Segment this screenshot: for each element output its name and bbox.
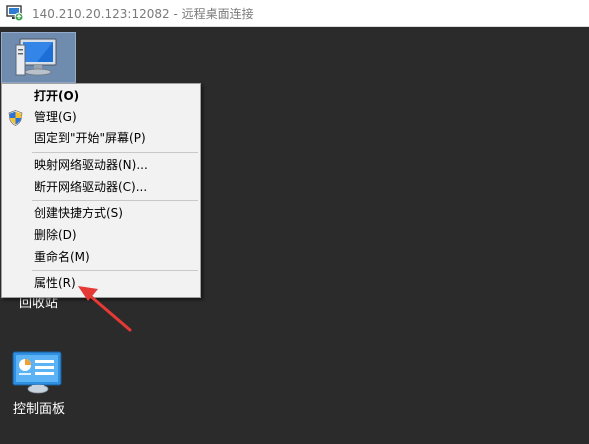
- menu-item-label: 管理(G): [34, 110, 77, 124]
- menu-item-label: 属性(R): [34, 276, 76, 290]
- menu-separator: [32, 270, 198, 271]
- menu-item-label: 固定到"开始"屏幕(P): [34, 131, 146, 145]
- menu-item-label: 重命名(M): [34, 250, 90, 264]
- menu-item-open[interactable]: 打开(O): [2, 86, 200, 107]
- menu-item-label: 创建快捷方式(S): [34, 206, 123, 220]
- menu-separator: [32, 152, 198, 153]
- menu-item-label: 删除(D): [34, 228, 77, 242]
- remote-desktop-icon: [6, 5, 24, 22]
- menu-item-disconnect-network-drive[interactable]: 断开网络驱动器(C)...: [2, 177, 200, 198]
- desktop-icon-this-pc[interactable]: [1, 32, 76, 83]
- menu-separator: [32, 200, 198, 201]
- control-panel-icon[interactable]: [12, 351, 64, 395]
- menu-item-properties[interactable]: 属性(R): [2, 273, 200, 294]
- shield-icon: [8, 110, 23, 126]
- window-title: 140.210.20.123:12082 - 远程桌面连接: [32, 7, 254, 21]
- menu-item-map-network-drive[interactable]: 映射网络驱动器(N)...: [2, 155, 200, 176]
- menu-item-label: 打开(O): [34, 89, 80, 103]
- menu-item-pin-to-start[interactable]: 固定到"开始"屏幕(P): [2, 128, 200, 149]
- context-menu: 打开(O) 管理(G) 固定到"开始"屏幕(P) 映射网络驱动器(N)... 断…: [1, 83, 201, 298]
- menu-item-delete[interactable]: 删除(D): [2, 225, 200, 246]
- computer-icon: [15, 38, 57, 76]
- title-bar: 140.210.20.123:12082 - 远程桌面连接: [0, 0, 589, 27]
- desktop-icon-control-panel-label[interactable]: 控制面板: [13, 398, 65, 417]
- menu-item-create-shortcut[interactable]: 创建快捷方式(S): [2, 203, 200, 224]
- menu-item-rename[interactable]: 重命名(M): [2, 247, 200, 268]
- menu-item-label: 断开网络驱动器(C)...: [34, 180, 148, 194]
- menu-item-manage[interactable]: 管理(G): [2, 107, 200, 128]
- menu-item-label: 映射网络驱动器(N)...: [34, 158, 148, 172]
